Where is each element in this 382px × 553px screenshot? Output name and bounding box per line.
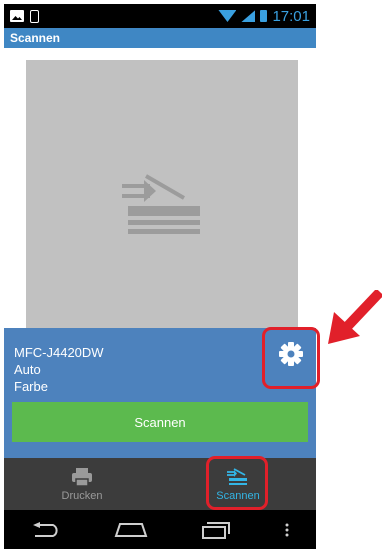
tab-print[interactable]: Drucken xyxy=(4,458,160,510)
back-icon[interactable] xyxy=(31,521,61,538)
picture-notification-icon xyxy=(10,10,24,22)
scan-color: Farbe xyxy=(14,379,48,394)
device-name: MFC-J4420DW xyxy=(14,345,104,360)
bottom-tab-bar: Drucken Scannen xyxy=(4,458,316,510)
signal-icon xyxy=(241,10,256,22)
wifi-icon xyxy=(218,10,237,22)
recent-apps-icon[interactable] xyxy=(201,521,231,539)
scan-tab-highlight-box xyxy=(206,456,268,510)
settings-highlight-box xyxy=(262,327,320,389)
overflow-menu-icon[interactable] xyxy=(284,522,290,538)
scanner-placeholder-icon xyxy=(122,174,200,234)
scan-preview-area xyxy=(26,60,298,332)
tab-print-label: Drucken xyxy=(61,489,103,502)
pointer-arrow-icon xyxy=(328,290,382,344)
scan-info: MFC-J4420DW Auto Farbe xyxy=(14,344,104,395)
printer-icon xyxy=(72,467,92,487)
phone-screen: 17:01 Scannen MFC-J4420DW Auto Farbe Sca… xyxy=(0,0,320,553)
device-notification-icon xyxy=(30,9,39,23)
scan-mode: Auto xyxy=(14,362,41,377)
home-icon[interactable] xyxy=(114,522,148,538)
status-bar: 17:01 xyxy=(4,4,316,28)
action-bar-title: Scannen xyxy=(4,28,316,48)
scan-content: MFC-J4420DW Auto Farbe Scannen xyxy=(4,48,316,458)
scan-button[interactable]: Scannen xyxy=(12,402,308,442)
status-time: 17:01 xyxy=(272,7,310,25)
battery-icon xyxy=(260,10,268,22)
system-nav-bar xyxy=(4,510,316,549)
